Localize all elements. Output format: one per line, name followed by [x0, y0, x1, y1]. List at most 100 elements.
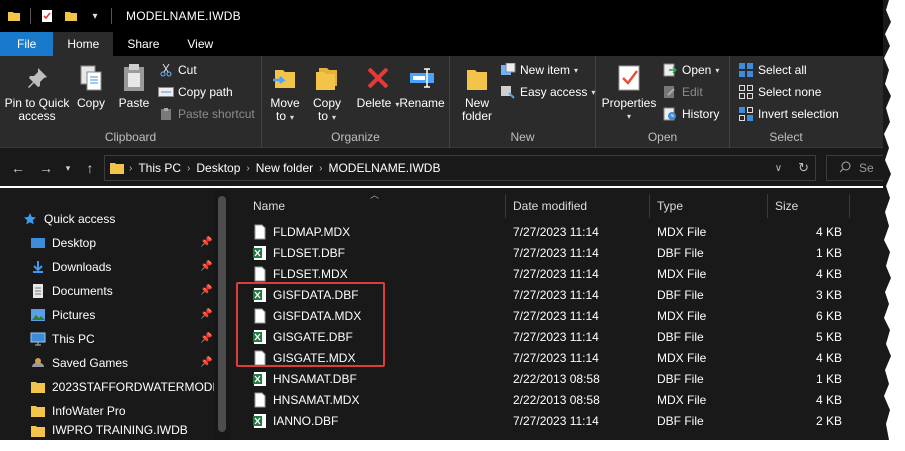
folder-icon[interactable] — [6, 8, 22, 24]
new-folder-icon — [461, 62, 493, 94]
easy-access-label: Easy access — [520, 85, 588, 99]
column-header-date[interactable]: Date modified — [506, 194, 650, 218]
copy-button[interactable]: Copy — [74, 62, 108, 110]
breadcrumb-this-pc[interactable]: This PC — [138, 161, 181, 175]
excel-icon — [252, 413, 268, 429]
paste-button[interactable]: Paste — [116, 62, 152, 110]
copy-to-button[interactable]: Copy to ▾ — [310, 62, 344, 124]
copy-path-button[interactable]: Copy path — [158, 82, 233, 102]
select-none-button[interactable]: Select none — [738, 82, 821, 102]
nav-label: InfoWater Pro — [52, 404, 126, 418]
pin-to-quick-access-button[interactable]: Pin to Quick access — [4, 62, 70, 123]
nav-label: Downloads — [52, 260, 112, 274]
breadcrumb-desktop[interactable]: Desktop — [196, 161, 240, 175]
copy-path-label: Copy path — [178, 85, 233, 99]
column-header-size[interactable]: Size — [768, 194, 850, 218]
address-bar[interactable]: › This PC › Desktop › New folder › MODEL… — [104, 155, 816, 181]
nav-scrollbar[interactable] — [214, 190, 230, 440]
address-actions: ∨ ↻ — [775, 160, 809, 176]
rename-button[interactable]: Rename — [399, 62, 445, 110]
file-size: 5 KB — [815, 329, 842, 344]
file-name-cell: FLDSET.DBF — [252, 242, 345, 263]
refresh-icon[interactable]: ↻ — [798, 160, 809, 176]
select-all-button[interactable]: Select all — [738, 60, 807, 80]
column-header-type[interactable]: Type — [650, 194, 768, 218]
breadcrumb-separator-icon: › — [246, 162, 250, 174]
cut-button[interactable]: Cut — [158, 60, 197, 80]
forward-arrow-icon[interactable]: → — [36, 158, 56, 178]
invert-selection-button[interactable]: Invert selection — [738, 104, 839, 124]
file-name: FLDMAP.MDX — [273, 224, 351, 239]
properties-dropdown-icon: ▾ — [626, 112, 631, 121]
back-arrow-icon[interactable]: ← — [8, 158, 28, 178]
nav-label: Documents — [52, 284, 113, 298]
paste-shortcut-button[interactable]: Paste shortcut — [158, 104, 255, 124]
breadcrumb-separator-icon: › — [319, 162, 323, 174]
file-name-cell: HNSAMAT.DBF — [252, 368, 357, 389]
breadcrumb-separator-icon: › — [129, 162, 133, 174]
nav-item-folder[interactable]: InfoWater Pro — [30, 399, 244, 423]
customize-quick-access-icon[interactable]: ▾ — [87, 8, 103, 24]
tab-view[interactable]: View — [173, 32, 227, 56]
file-name-cell: FLDSET.MDX — [252, 263, 348, 284]
file-date: 7/27/2023 11:14 — [513, 287, 599, 302]
history-button[interactable]: History — [662, 104, 719, 124]
nav-label: Desktop — [52, 236, 97, 250]
table-row[interactable]: IANNO.DBF 7/27/2023 11:14 DBF File 2 KB — [230, 410, 888, 431]
tab-home[interactable]: Home — [53, 32, 114, 56]
nav-label: IWPRO TRAINING.IWDB — [52, 423, 188, 437]
easy-access-icon — [500, 84, 516, 100]
table-row[interactable]: FLDSET.MDX 7/27/2023 11:14 MDX File 4 KB — [230, 263, 888, 284]
folder-icon — [30, 403, 46, 419]
open-group-label: Open — [647, 130, 678, 144]
move-to-label-line2: to ▾ — [275, 109, 295, 123]
file-date: 7/27/2023 11:14 — [513, 413, 599, 428]
up-arrow-icon[interactable]: ↑ — [80, 158, 100, 178]
table-row[interactable]: FLDMAP.MDX 7/27/2023 11:14 MDX File 4 KB — [230, 221, 888, 242]
nav-item-folder[interactable]: IWPRO TRAINING.IWDB — [30, 423, 244, 440]
breadcrumb-new-folder[interactable]: New folder — [256, 161, 313, 175]
address-dropdown-icon[interactable]: ∨ — [775, 163, 782, 174]
history-label: History — [682, 107, 720, 121]
rename-label: Rename — [399, 96, 445, 110]
breadcrumb-separator-icon: › — [187, 162, 191, 174]
breadcrumb-current-folder[interactable]: MODELNAME.IWDB — [328, 161, 440, 175]
file-name: FLDSET.DBF — [273, 245, 346, 260]
table-row[interactable]: HNSAMAT.MDX 2/22/2013 08:58 MDX File 4 KB — [230, 389, 888, 410]
scrollbar-thumb[interactable] — [218, 196, 226, 432]
file-type: MDX File — [657, 266, 707, 281]
open-group: Properties ▾ Open ▾ Edit History Open — [596, 56, 730, 148]
paste-shortcut-icon — [158, 106, 174, 122]
copy-to-icon — [311, 62, 343, 94]
new-folder-icon[interactable] — [63, 8, 79, 24]
delete-button[interactable]: Delete ▾ — [357, 62, 399, 111]
nav-label: Quick access — [44, 212, 116, 226]
new-folder-button[interactable]: New folder — [458, 62, 496, 123]
edit-button[interactable]: Edit — [662, 82, 703, 102]
tab-share[interactable]: Share — [113, 32, 173, 56]
delete-icon — [362, 62, 394, 94]
recent-locations-chevron-icon[interactable]: ▾ — [58, 158, 78, 178]
properties-label: Properties — [601, 96, 657, 110]
torn-edge — [883, 0, 905, 451]
file-size: 3 KB — [815, 287, 842, 302]
move-to-button[interactable]: Move to ▾ — [268, 62, 302, 124]
properties-button[interactable]: Properties ▾ — [602, 62, 656, 123]
rename-icon — [406, 62, 438, 94]
file-type: DBF File — [657, 287, 704, 302]
file-date: 7/27/2023 11:14 — [513, 329, 599, 344]
organize-group-label: Organize — [331, 130, 380, 144]
properties-icon[interactable] — [39, 8, 55, 24]
clipboard-group-label: Clipboard — [104, 130, 157, 144]
table-row[interactable]: FLDSET.DBF 7/27/2023 11:14 DBF File 1 KB — [230, 242, 888, 263]
column-header-name[interactable]: Name — [246, 194, 506, 218]
nav-item-folder[interactable]: 2023STAFFORDWATERMODEL_V — [30, 375, 244, 399]
nav-item-quick-access[interactable]: Quick access — [22, 207, 236, 231]
easy-access-button[interactable]: Easy access ▾ — [500, 82, 595, 102]
new-item-button[interactable]: New item ▾ — [500, 60, 578, 80]
search-box[interactable]: Se — [826, 155, 888, 181]
tab-file[interactable]: File — [0, 32, 54, 56]
file-name-cell: IANNO.DBF — [252, 410, 338, 431]
table-row[interactable]: HNSAMAT.DBF 2/22/2013 08:58 DBF File 1 KB — [230, 368, 888, 389]
open-button[interactable]: Open ▾ — [662, 60, 719, 80]
